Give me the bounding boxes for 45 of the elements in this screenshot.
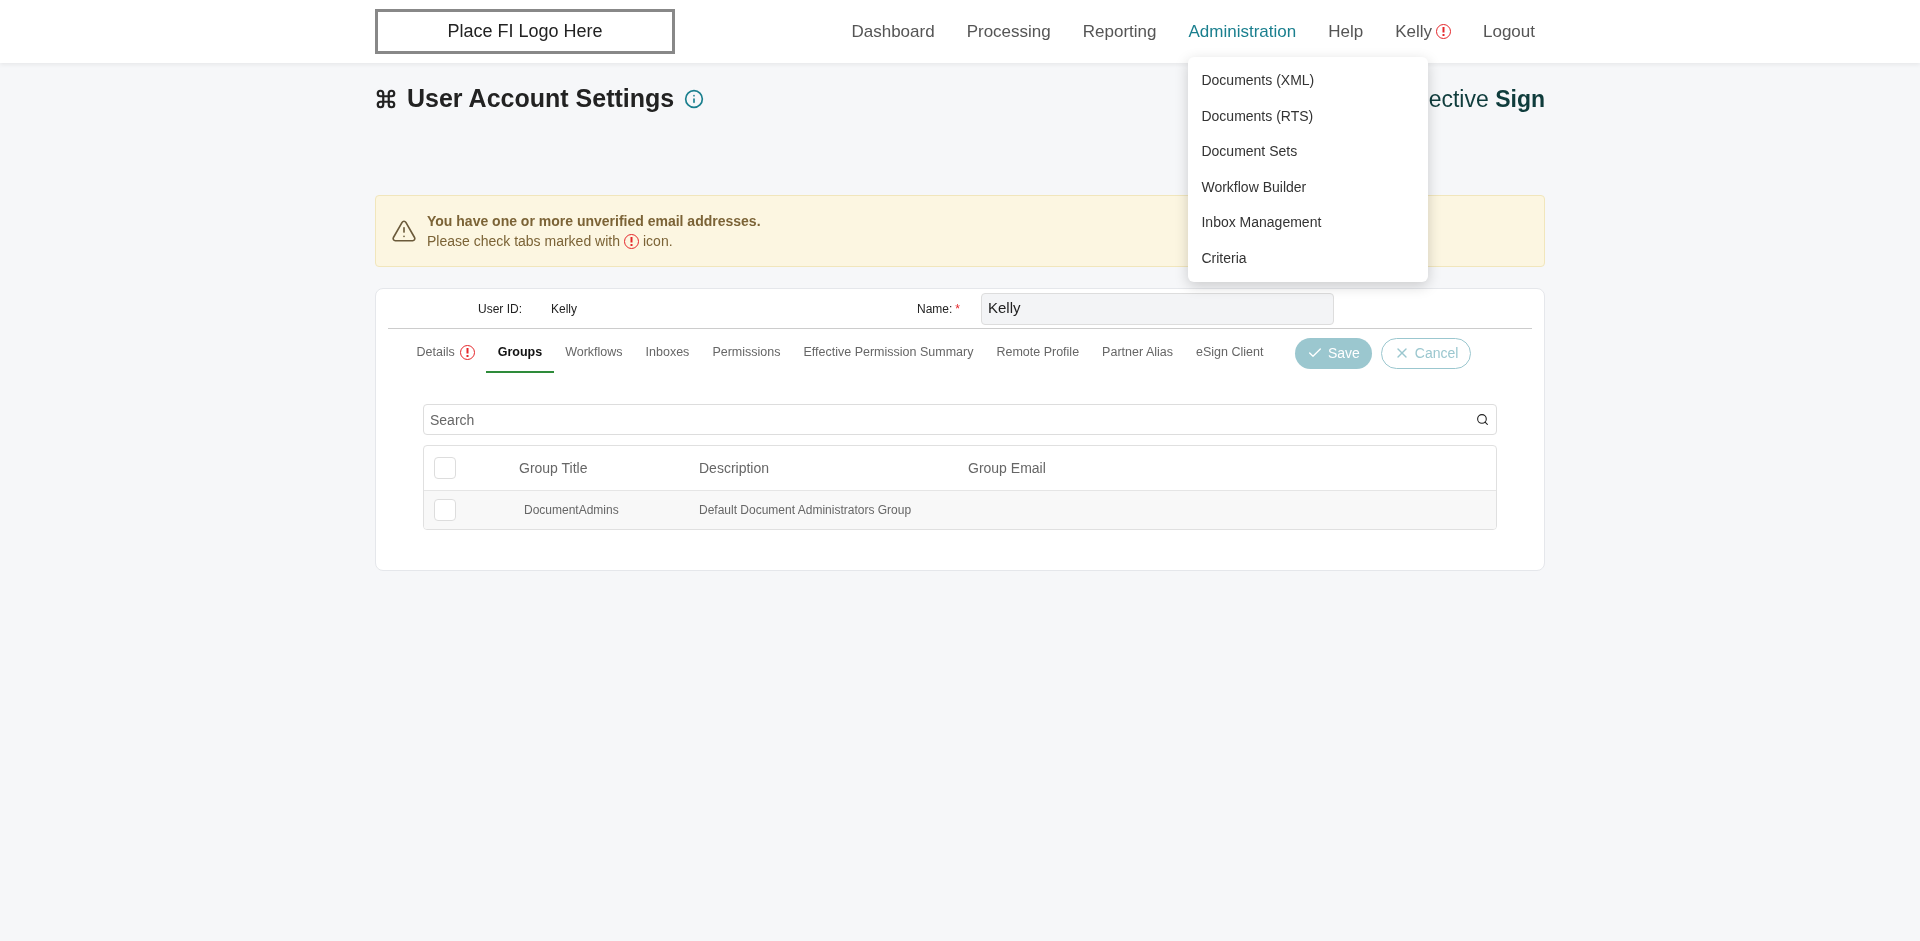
column-header: Group Email bbox=[968, 458, 1046, 478]
nav-link[interactable]: Kelly bbox=[1395, 18, 1451, 45]
nav-link[interactable]: Processing bbox=[966, 18, 1051, 45]
nav-link[interactable]: Dashboard bbox=[851, 18, 935, 45]
checkbox[interactable] bbox=[434, 457, 456, 479]
menu-item[interactable]: Document Sets bbox=[1188, 133, 1429, 170]
tab[interactable]: Remote Profile bbox=[984, 333, 1091, 373]
tab[interactable]: Details bbox=[405, 333, 487, 373]
menu-item[interactable]: Workflow Builder bbox=[1188, 169, 1429, 205]
tab[interactable]: Workflows bbox=[553, 333, 635, 373]
column-header: Group Title bbox=[519, 458, 589, 478]
search-field[interactable]: Search bbox=[423, 404, 1497, 435]
tab[interactable]: Inboxes bbox=[634, 333, 701, 373]
checkbox[interactable] bbox=[434, 499, 456, 521]
nav-link[interactable]: Reporting bbox=[1082, 18, 1157, 45]
search-icon bbox=[1476, 413, 1489, 426]
alert-heading: You have one or more unverified email addresses. bbox=[427, 212, 761, 231]
alert-text: Please check tabs marked with bbox=[427, 232, 620, 251]
tab[interactable]: Effective Permission Summary bbox=[791, 333, 985, 373]
name-field[interactable]: Kelly bbox=[981, 292, 1334, 325]
table-cell-text: Default Document Administrators Group bbox=[699, 502, 913, 519]
menu-item[interactable]: Criteria bbox=[1188, 240, 1429, 276]
tab[interactable]: Groups bbox=[486, 333, 554, 373]
tab[interactable]: Partner Alias bbox=[1090, 333, 1185, 373]
info-icon bbox=[684, 89, 705, 109]
table-cell-text: DocumentAdmins bbox=[524, 502, 620, 519]
logo-text: Place FI Logo Here bbox=[447, 20, 603, 43]
field-label: Name: bbox=[917, 300, 953, 318]
page-title: User Account Settings bbox=[407, 83, 675, 115]
menu-item[interactable]: Inbox Management bbox=[1188, 204, 1429, 241]
menu-item[interactable]: Documents (XML) bbox=[1188, 62, 1429, 99]
nav-link[interactable]: Administration bbox=[1188, 18, 1297, 45]
alert-text: icon. bbox=[643, 232, 673, 251]
nav-link[interactable]: Help bbox=[1328, 18, 1364, 45]
tab[interactable]: eSign Client bbox=[1184, 333, 1275, 373]
warning-triangle-icon bbox=[391, 218, 417, 244]
column-header: Description bbox=[699, 458, 771, 478]
command-icon bbox=[375, 88, 397, 110]
field-label: User ID: bbox=[478, 300, 523, 318]
brand-text: ective Sign bbox=[1428, 84, 1545, 114]
required-mark: * bbox=[955, 300, 960, 318]
menu-item[interactable]: Documents (RTS) bbox=[1188, 98, 1429, 134]
tab[interactable]: Permissions bbox=[700, 333, 792, 373]
nav-link[interactable]: Logout bbox=[1483, 18, 1535, 45]
field-value: Kelly bbox=[551, 300, 578, 318]
